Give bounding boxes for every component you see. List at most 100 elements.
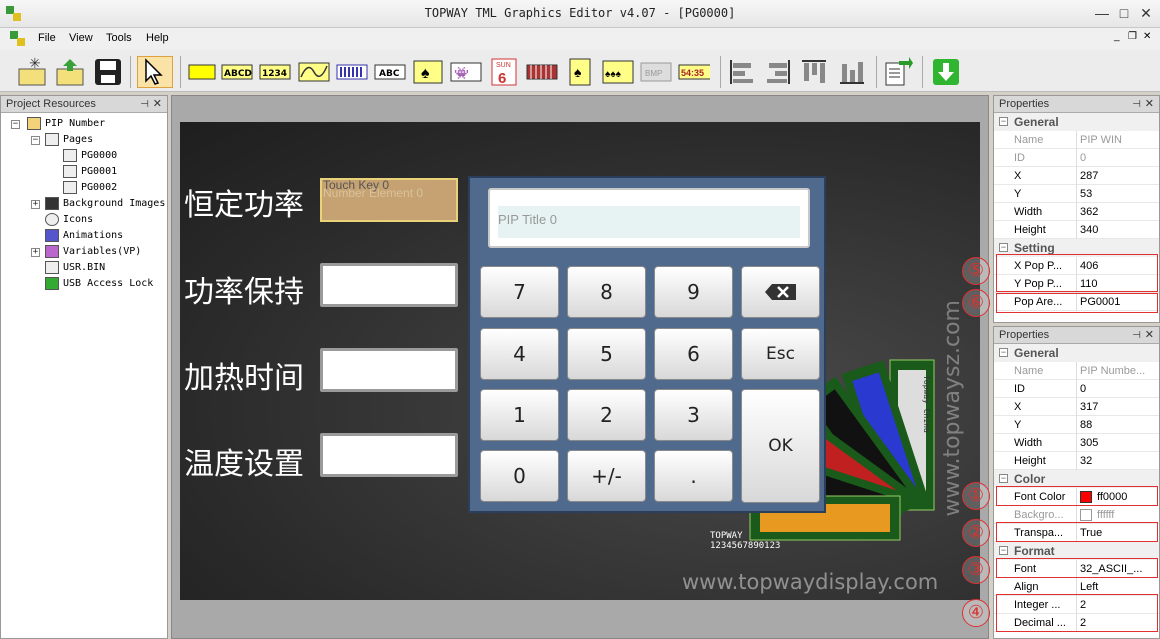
key-4[interactable]: 4 <box>480 328 559 380</box>
prop-row-width[interactable]: Width 305 <box>994 434 1159 452</box>
clock-icon[interactable]: 54:35 <box>678 56 710 88</box>
tree-item-pg0002[interactable]: PG0002 <box>63 180 117 195</box>
collapse-icon[interactable]: − <box>999 546 1008 555</box>
value-field-temperature-set[interactable] <box>320 433 458 477</box>
key-1[interactable]: 1 <box>480 389 559 441</box>
minimize-icon[interactable]: — <box>1092 4 1112 22</box>
value-field-power-hold[interactable] <box>320 263 458 307</box>
align-top-icon[interactable] <box>798 56 830 88</box>
bar-icon[interactable] <box>336 56 368 88</box>
tree-item-root[interactable]: PIP Number <box>27 116 105 131</box>
close-icon[interactable]: ✕ <box>1145 327 1154 344</box>
prop-row-height[interactable]: Height 340 <box>994 221 1159 239</box>
prop-row-name[interactable]: Name PIP Numbe... <box>994 362 1159 380</box>
key-esc[interactable]: Esc <box>741 328 820 380</box>
section-general[interactable]: − General <box>994 344 1159 362</box>
close-icon[interactable]: ✕ <box>1136 4 1156 22</box>
number-1234-icon[interactable]: 1234 <box>259 56 291 88</box>
pin-icon[interactable]: ⊣ <box>1132 96 1141 113</box>
tree-label: Icons <box>63 214 94 225</box>
prop-row-height[interactable]: Height 32 <box>994 452 1159 470</box>
prop-row-id[interactable]: ID 0 <box>994 380 1159 398</box>
doc-close-icon[interactable]: ✕ <box>1143 31 1151 42</box>
doc-minimize-icon[interactable]: _ <box>1114 31 1120 42</box>
maximize-icon[interactable]: □ <box>1114 4 1134 22</box>
value-field-heating-time[interactable] <box>320 348 458 392</box>
selected-number-element[interactable]: Touch Key 0 Number Element 0 <box>320 178 458 222</box>
key-7[interactable]: 7 <box>480 266 559 318</box>
key-ok[interactable]: OK <box>741 389 820 503</box>
pin-icon[interactable]: ⊣ <box>140 96 149 113</box>
prop-value: 340 <box>1080 224 1099 236</box>
doc-restore-icon[interactable]: ❐ <box>1128 31 1137 42</box>
collapse-icon[interactable]: − <box>999 243 1008 252</box>
align-right-icon[interactable] <box>762 56 794 88</box>
waveform-icon[interactable] <box>298 56 330 88</box>
key-backspace[interactable] <box>741 266 820 318</box>
key-2[interactable]: 2 <box>567 389 646 441</box>
expand-icon[interactable]: + <box>31 248 40 257</box>
key-9[interactable]: 9 <box>654 266 733 318</box>
prop-row-x[interactable]: X 287 <box>994 167 1159 185</box>
collapse-icon[interactable]: − <box>999 348 1008 357</box>
key-6[interactable]: 6 <box>654 328 733 380</box>
menu-help[interactable]: Help <box>146 32 169 44</box>
key-plus-minus[interactable]: +/- <box>567 450 646 502</box>
properties-title: Properties <box>999 329 1050 341</box>
tree-item-variables[interactable]: Variables(VP) <box>45 244 141 259</box>
prop-row-y[interactable]: Y 53 <box>994 185 1159 203</box>
export-icon[interactable] <box>882 56 914 88</box>
prop-row-name[interactable]: Name PIP WIN <box>994 131 1159 149</box>
tree-item-pages[interactable]: Pages <box>45 132 93 147</box>
animation-icon[interactable]: 👾 <box>450 56 482 88</box>
menu-view[interactable]: View <box>69 32 93 44</box>
cards-icon[interactable]: ♠♠♠ <box>602 56 634 88</box>
align-left-icon[interactable] <box>726 56 758 88</box>
pointer-icon[interactable] <box>137 56 173 88</box>
expand-icon[interactable]: − <box>11 120 20 129</box>
pin-icon[interactable]: ⊣ <box>1132 327 1141 344</box>
tree-label: PG0002 <box>81 182 118 193</box>
menu-file[interactable]: File <box>38 32 56 44</box>
bitmap-icon[interactable] <box>526 56 558 88</box>
tree-item-pg0001[interactable]: PG0001 <box>63 164 117 179</box>
close-icon[interactable]: ✕ <box>1145 96 1154 113</box>
download-icon[interactable] <box>930 56 962 88</box>
key-3[interactable]: 3 <box>654 389 733 441</box>
touch-key-icon[interactable]: ♠ <box>412 56 444 88</box>
tree-item-pg0000[interactable]: PG0000 <box>63 148 117 163</box>
pip-keypad-window[interactable]: PIP Title 0 7 8 9 4 5 6 Esc 1 2 3 OK 0 +… <box>468 176 826 513</box>
prop-row-width[interactable]: Width 362 <box>994 203 1159 221</box>
tree-item-usr-bin[interactable]: USR.BIN <box>45 260 105 275</box>
prop-row-y[interactable]: Y 88 <box>994 416 1159 434</box>
card-icon[interactable]: ♠ <box>564 56 596 88</box>
section-title: Format <box>1014 544 1055 558</box>
text-abc-icon[interactable]: ABC <box>374 56 406 88</box>
key-8[interactable]: 8 <box>567 266 646 318</box>
expand-icon[interactable]: + <box>31 200 40 209</box>
save-icon[interactable] <box>92 56 124 88</box>
tree-item-usb-lock[interactable]: USB Access Lock <box>45 276 153 291</box>
align-bottom-icon[interactable] <box>836 56 868 88</box>
close-icon[interactable]: ✕ <box>153 96 162 113</box>
open-project-icon[interactable] <box>54 56 86 88</box>
prop-row-id[interactable]: ID 0 <box>994 149 1159 167</box>
tree-item-background-images[interactable]: Background Images <box>45 196 165 211</box>
tree-item-icons[interactable]: Icons <box>45 212 93 227</box>
text-abcd-icon[interactable]: ABCD <box>221 56 253 88</box>
section-general[interactable]: − General <box>994 113 1159 131</box>
prop-value: Left <box>1080 581 1099 593</box>
bmp-icon[interactable]: BMP <box>640 56 672 88</box>
collapse-icon[interactable]: − <box>999 474 1008 483</box>
key-5[interactable]: 5 <box>567 328 646 380</box>
calendar-icon[interactable]: SUN 6 <box>488 56 520 88</box>
prop-row-x[interactable]: X 317 <box>994 398 1159 416</box>
key-0[interactable]: 0 <box>480 450 559 502</box>
menu-tools[interactable]: Tools <box>106 32 132 44</box>
expand-icon[interactable]: − <box>31 136 40 145</box>
new-project-icon[interactable]: ✳ <box>16 56 48 88</box>
collapse-icon[interactable]: − <box>999 117 1008 126</box>
tree-item-animations[interactable]: Animations <box>45 228 123 243</box>
key-decimal[interactable]: . <box>654 450 733 502</box>
rectangle-icon[interactable] <box>186 56 218 88</box>
